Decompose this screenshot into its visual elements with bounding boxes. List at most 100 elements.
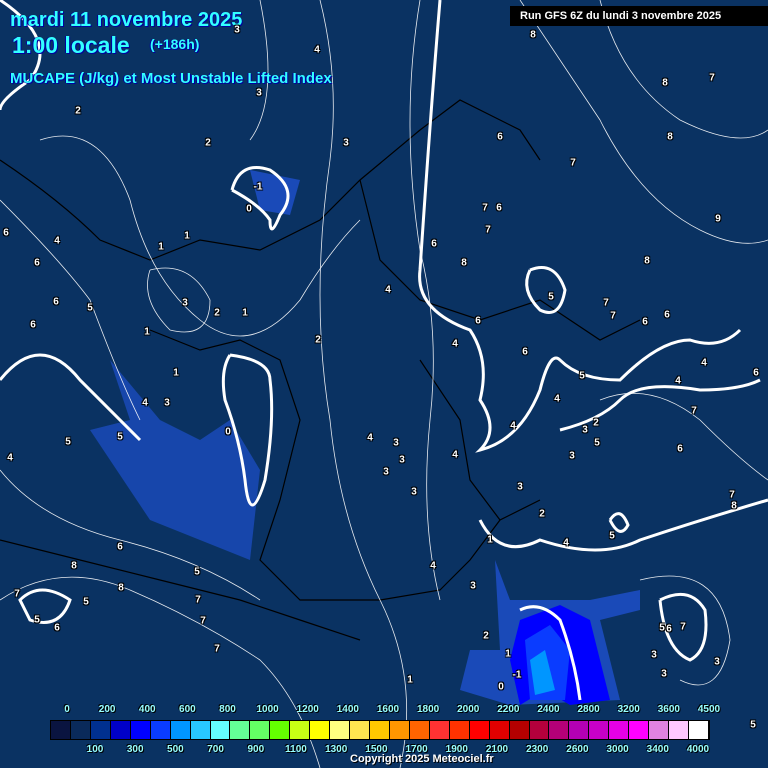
lifted-index-label: 4 (54, 235, 60, 247)
lifted-index-label: 1 (184, 230, 190, 242)
lifted-index-label: 5 (87, 302, 93, 314)
lifted-index-label: 5 (117, 431, 123, 443)
lifted-index-label: 8 (731, 500, 737, 512)
parameter-title: MUCAPE (J/kg) et Most Unstable Lifted In… (10, 70, 332, 87)
legend-tick-top: 2200 (497, 704, 520, 715)
lifted-index-label: 5 (548, 291, 554, 303)
legend-swatch (230, 721, 251, 739)
lifted-index-label: 4 (142, 397, 148, 409)
legend-swatch (270, 721, 291, 739)
legend-tick-bottom: 700 (207, 744, 224, 755)
lifted-index-label: 7 (485, 224, 491, 236)
lifted-index-label: 6 (677, 443, 683, 455)
lifted-index-label: 1 (505, 648, 511, 660)
legend-tick-top: 2400 (537, 704, 560, 715)
legend-tick-bottom: 3000 (606, 744, 629, 755)
lifted-index-label: 4 (701, 357, 707, 369)
lifted-index-label: 6 (30, 319, 36, 331)
lifted-index-label: 2 (593, 417, 599, 429)
lifted-index-label: 5 (65, 436, 71, 448)
lifted-index-label: 7 (603, 297, 609, 309)
lifted-index-label: 5 (659, 622, 665, 634)
lifted-index-label: 6 (642, 316, 648, 328)
lifted-index-label: 4 (563, 537, 569, 549)
legend-tick-bottom: 100 (86, 744, 104, 755)
lifted-index-label: 3 (582, 424, 588, 436)
legend-swatch (250, 721, 271, 739)
lifted-index-label: 5 (594, 437, 600, 449)
legend-tick-top: 1600 (376, 704, 400, 715)
lifted-index-label: 1 (242, 307, 248, 319)
lifted-index-label: 3 (411, 486, 417, 498)
legend-tick-bottom: 300 (126, 744, 144, 755)
lifted-index-label: 3 (470, 580, 476, 592)
legend-swatch (190, 721, 211, 739)
color-scale-legend (50, 720, 710, 740)
lifted-index-label: 2 (205, 137, 211, 149)
lifted-index-label: 6 (496, 202, 502, 214)
lifted-index-label: 6 (666, 623, 672, 635)
lifted-index-label: 6 (664, 309, 670, 321)
legend-tick-bottom: 2600 (566, 744, 589, 755)
legend-swatch (409, 721, 430, 739)
lifted-index-label: 1 (158, 241, 164, 253)
lifted-index-label: 9 (715, 213, 721, 225)
lifted-index-label: 4 (314, 44, 320, 56)
legend-swatch (70, 721, 91, 739)
legend-tick-top: 200 (98, 704, 116, 715)
legend-swatch (509, 721, 530, 739)
lifted-index-label: 7 (195, 594, 201, 606)
forecast-time: 1:00 locale (12, 32, 130, 58)
lifted-index-label: -1 (253, 181, 263, 193)
lifted-index-label: 5 (750, 719, 756, 731)
forecast-date: mardi 11 novembre 2025 (10, 9, 243, 31)
lifted-index-label: 3 (256, 87, 262, 99)
legend-tick-top: 3200 (617, 704, 640, 715)
lifted-index-label: 3 (343, 137, 349, 149)
zero-lifted-index-contours (0, 0, 768, 701)
legend-swatch (310, 721, 331, 739)
lifted-index-label: 4 (367, 432, 373, 444)
legend-tick-top: 0 (64, 704, 70, 715)
lifted-index-label: 8 (530, 29, 536, 41)
lifted-index-label: 3 (651, 649, 657, 661)
lifted-index-label: 1 (144, 326, 150, 338)
lifted-index-label: 0 (225, 426, 231, 438)
lifted-index-label: 3 (517, 481, 523, 493)
lifted-index-label: 7 (680, 621, 686, 633)
lifted-index-label: 8 (118, 582, 124, 594)
legend-swatch (350, 721, 370, 739)
lifted-index-label: 7 (214, 643, 220, 655)
lifted-index-label: 3 (393, 437, 399, 449)
legend-tick-top: 4500 (697, 704, 721, 715)
lifted-index-label: 3 (569, 450, 575, 462)
lifted-index-label: 8 (644, 255, 650, 267)
legend-tick-bottom: 4000 (686, 744, 710, 755)
lifted-index-label: 8 (667, 131, 673, 143)
legend-swatch (429, 721, 450, 739)
legend-swatch (330, 721, 351, 739)
lifted-index-label: 3 (399, 454, 405, 466)
lifted-index-label: 0 (498, 681, 504, 693)
lifted-index-label: 6 (497, 131, 503, 143)
lifted-index-label: 7 (691, 405, 697, 417)
lifted-index-label: 2 (539, 508, 545, 520)
lifted-index-label: 4 (675, 375, 681, 387)
lifted-index-label: 4 (430, 560, 436, 572)
legend-tick-top: 3600 (657, 704, 680, 715)
lifted-index-label: 4 (554, 393, 560, 405)
lifted-index-label: 4 (7, 452, 13, 464)
lifted-index-label: 5 (579, 370, 585, 382)
legend-tick-top: 2800 (577, 704, 600, 715)
lifted-index-label: 8 (662, 77, 668, 89)
lifted-index-label: 0 (246, 203, 252, 215)
legend-swatch (150, 721, 171, 739)
lifted-index-label: 5 (83, 596, 89, 608)
legend-swatch (569, 721, 590, 739)
lifted-index-label: 8 (461, 257, 467, 269)
lifted-index-label: 6 (3, 227, 9, 239)
lifted-index-label: 2 (315, 334, 321, 346)
lifted-index-label: 2 (75, 105, 81, 117)
legend-tick-top: 2000 (457, 704, 480, 715)
country-borders (0, 99, 641, 641)
